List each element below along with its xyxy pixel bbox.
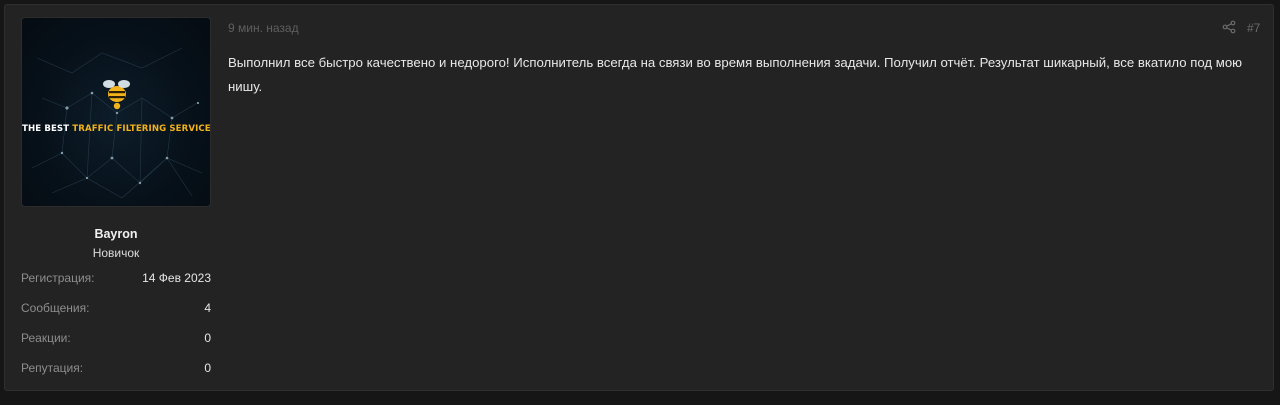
forum-post: THE BEST TRAFFIC FILTERING SERVICE Bayro…	[4, 4, 1274, 391]
stat-value: 4	[204, 301, 211, 315]
post-number-link[interactable]: #7	[1247, 21, 1260, 35]
stat-label: Реакции:	[21, 331, 71, 345]
user-avatar[interactable]: THE BEST TRAFFIC FILTERING SERVICE	[21, 17, 211, 207]
share-icon[interactable]	[1222, 20, 1236, 34]
post-timestamp[interactable]: 9 мин. назад	[228, 21, 299, 35]
stat-registration: Регистрация: 14 Фев 2023	[21, 271, 211, 287]
stat-value: 14 Фев 2023	[142, 271, 211, 285]
avatar-network-graphic	[31, 47, 203, 199]
stat-value: 0	[204, 331, 211, 345]
stat-reputation: Репутация: 0	[21, 361, 211, 377]
username[interactable]: Bayron	[21, 227, 211, 241]
avatar-tagline: THE BEST TRAFFIC FILTERING SERVICE	[22, 124, 211, 134]
stat-label: Репутация:	[21, 361, 84, 375]
stat-label: Регистрация:	[21, 271, 95, 285]
stat-label: Сообщения:	[21, 301, 90, 315]
stat-value: 0	[204, 361, 211, 375]
stat-messages: Сообщения: 4	[21, 301, 211, 317]
user-title: Новичок	[92, 246, 140, 260]
post-message: Выполнил все быстро качествено и недорог…	[228, 55, 1243, 94]
stat-reactions: Реакции: 0	[21, 331, 211, 347]
